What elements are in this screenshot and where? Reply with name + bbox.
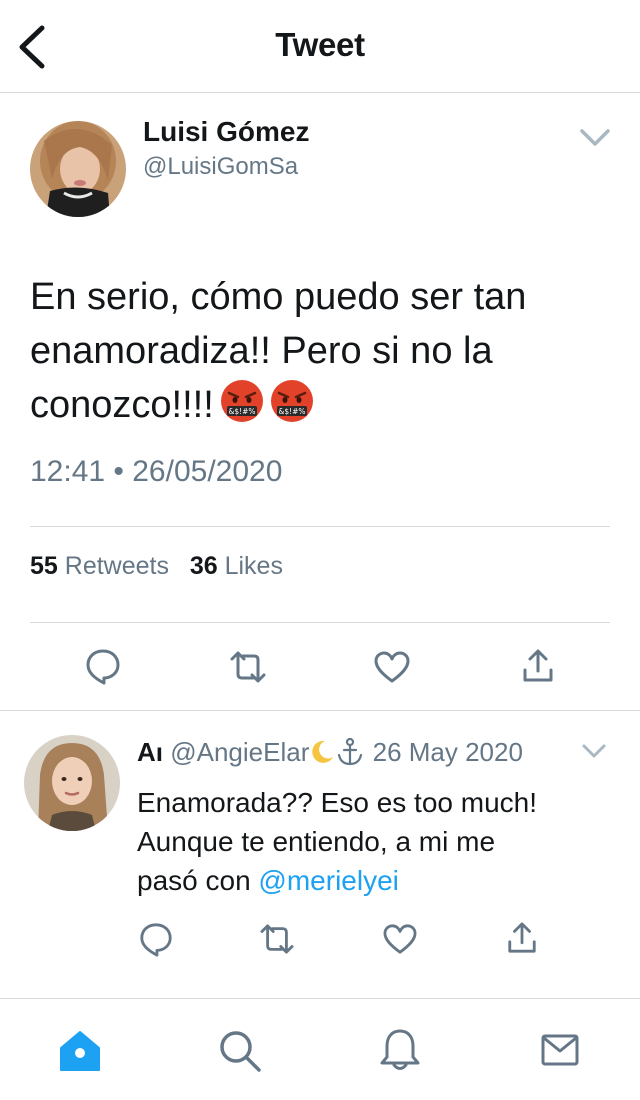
reply-icon[interactable] [138,921,174,957]
bottom-tab-bar [0,998,640,1100]
reply-icon[interactable] [84,647,122,685]
retweets-label: Retweets [64,552,169,580]
cursing-face-icon: &$!#% [220,379,264,423]
like-icon[interactable] [373,650,411,684]
like-icon[interactable] [382,923,418,955]
engagement-counts: 55 Retweets 36 Likes [30,552,283,581]
mention-link[interactable]: @merielyei [258,865,398,896]
share-icon[interactable] [521,648,555,684]
reply-author-handle[interactable]: @AngieElar [170,737,309,767]
chevron-down-icon[interactable] [578,122,612,152]
reply-date: 26 May 2020 [372,737,523,767]
divider [30,622,610,623]
retweets-count: 55 [30,552,58,580]
likes-count-link[interactable]: 36 Likes [190,552,283,580]
retweet-icon[interactable] [258,923,296,955]
reply-text: Enamorada?? Eso es too much! Aunque te e… [137,783,617,900]
tweet-text-line: enamoradiza!! Pero si no la [30,330,493,372]
avatar-photo [24,735,120,831]
messages-icon[interactable] [540,1031,580,1069]
retweets-count-link[interactable]: 55 Retweets [30,552,169,580]
top-bar: Tweet [0,0,640,93]
divider [30,526,610,527]
anchor-icon [335,737,365,767]
cursing-face-icon: &$!#% [270,379,314,423]
avatar[interactable] [30,121,126,217]
reply-text-line: pasó con @merielyei [137,861,617,900]
tweet-text-line-part: conozco!!!! [30,384,214,426]
reply-author-name[interactable]: Aı [137,737,163,767]
crescent-moon-icon [309,737,335,767]
likes-label: Likes [224,552,283,580]
search-icon[interactable] [218,1029,262,1073]
tweet-timestamp: 12:41 • 26/05/2020 [30,455,283,488]
reply-text-line: Enamorada?? Eso es too much! [137,787,538,818]
avatar-photo [30,121,126,217]
divider [0,710,640,711]
author-handle[interactable]: @LuisiGomSa [143,153,298,181]
avatar[interactable] [24,735,120,831]
retweet-icon[interactable] [228,650,268,684]
share-icon[interactable] [506,921,538,955]
likes-count: 36 [189,552,218,580]
author-name[interactable]: Luisi Gómez [143,116,309,148]
svg-text:&$!#%: &$!#% [278,407,305,416]
tweet-text-line: En serio, cómo puedo ser tan [30,276,527,318]
tweet-text-line: conozco!!!! &$!#% &$!#% [30,378,620,432]
reply-text-part: pasó con [137,865,259,896]
reply-header: Aı @AngieElar 26 May 2020 [137,737,523,768]
notifications-icon[interactable] [378,1027,422,1073]
reply-text-line: Aunque te entiendo, a mi me [137,826,496,857]
tweet-text: En serio, cómo puedo ser tan enamoradiza… [30,270,620,432]
chevron-down-icon[interactable] [580,738,608,764]
svg-text:&$!#%: &$!#% [228,407,255,416]
page-title: Tweet [275,26,365,63]
home-icon[interactable] [58,1029,102,1073]
